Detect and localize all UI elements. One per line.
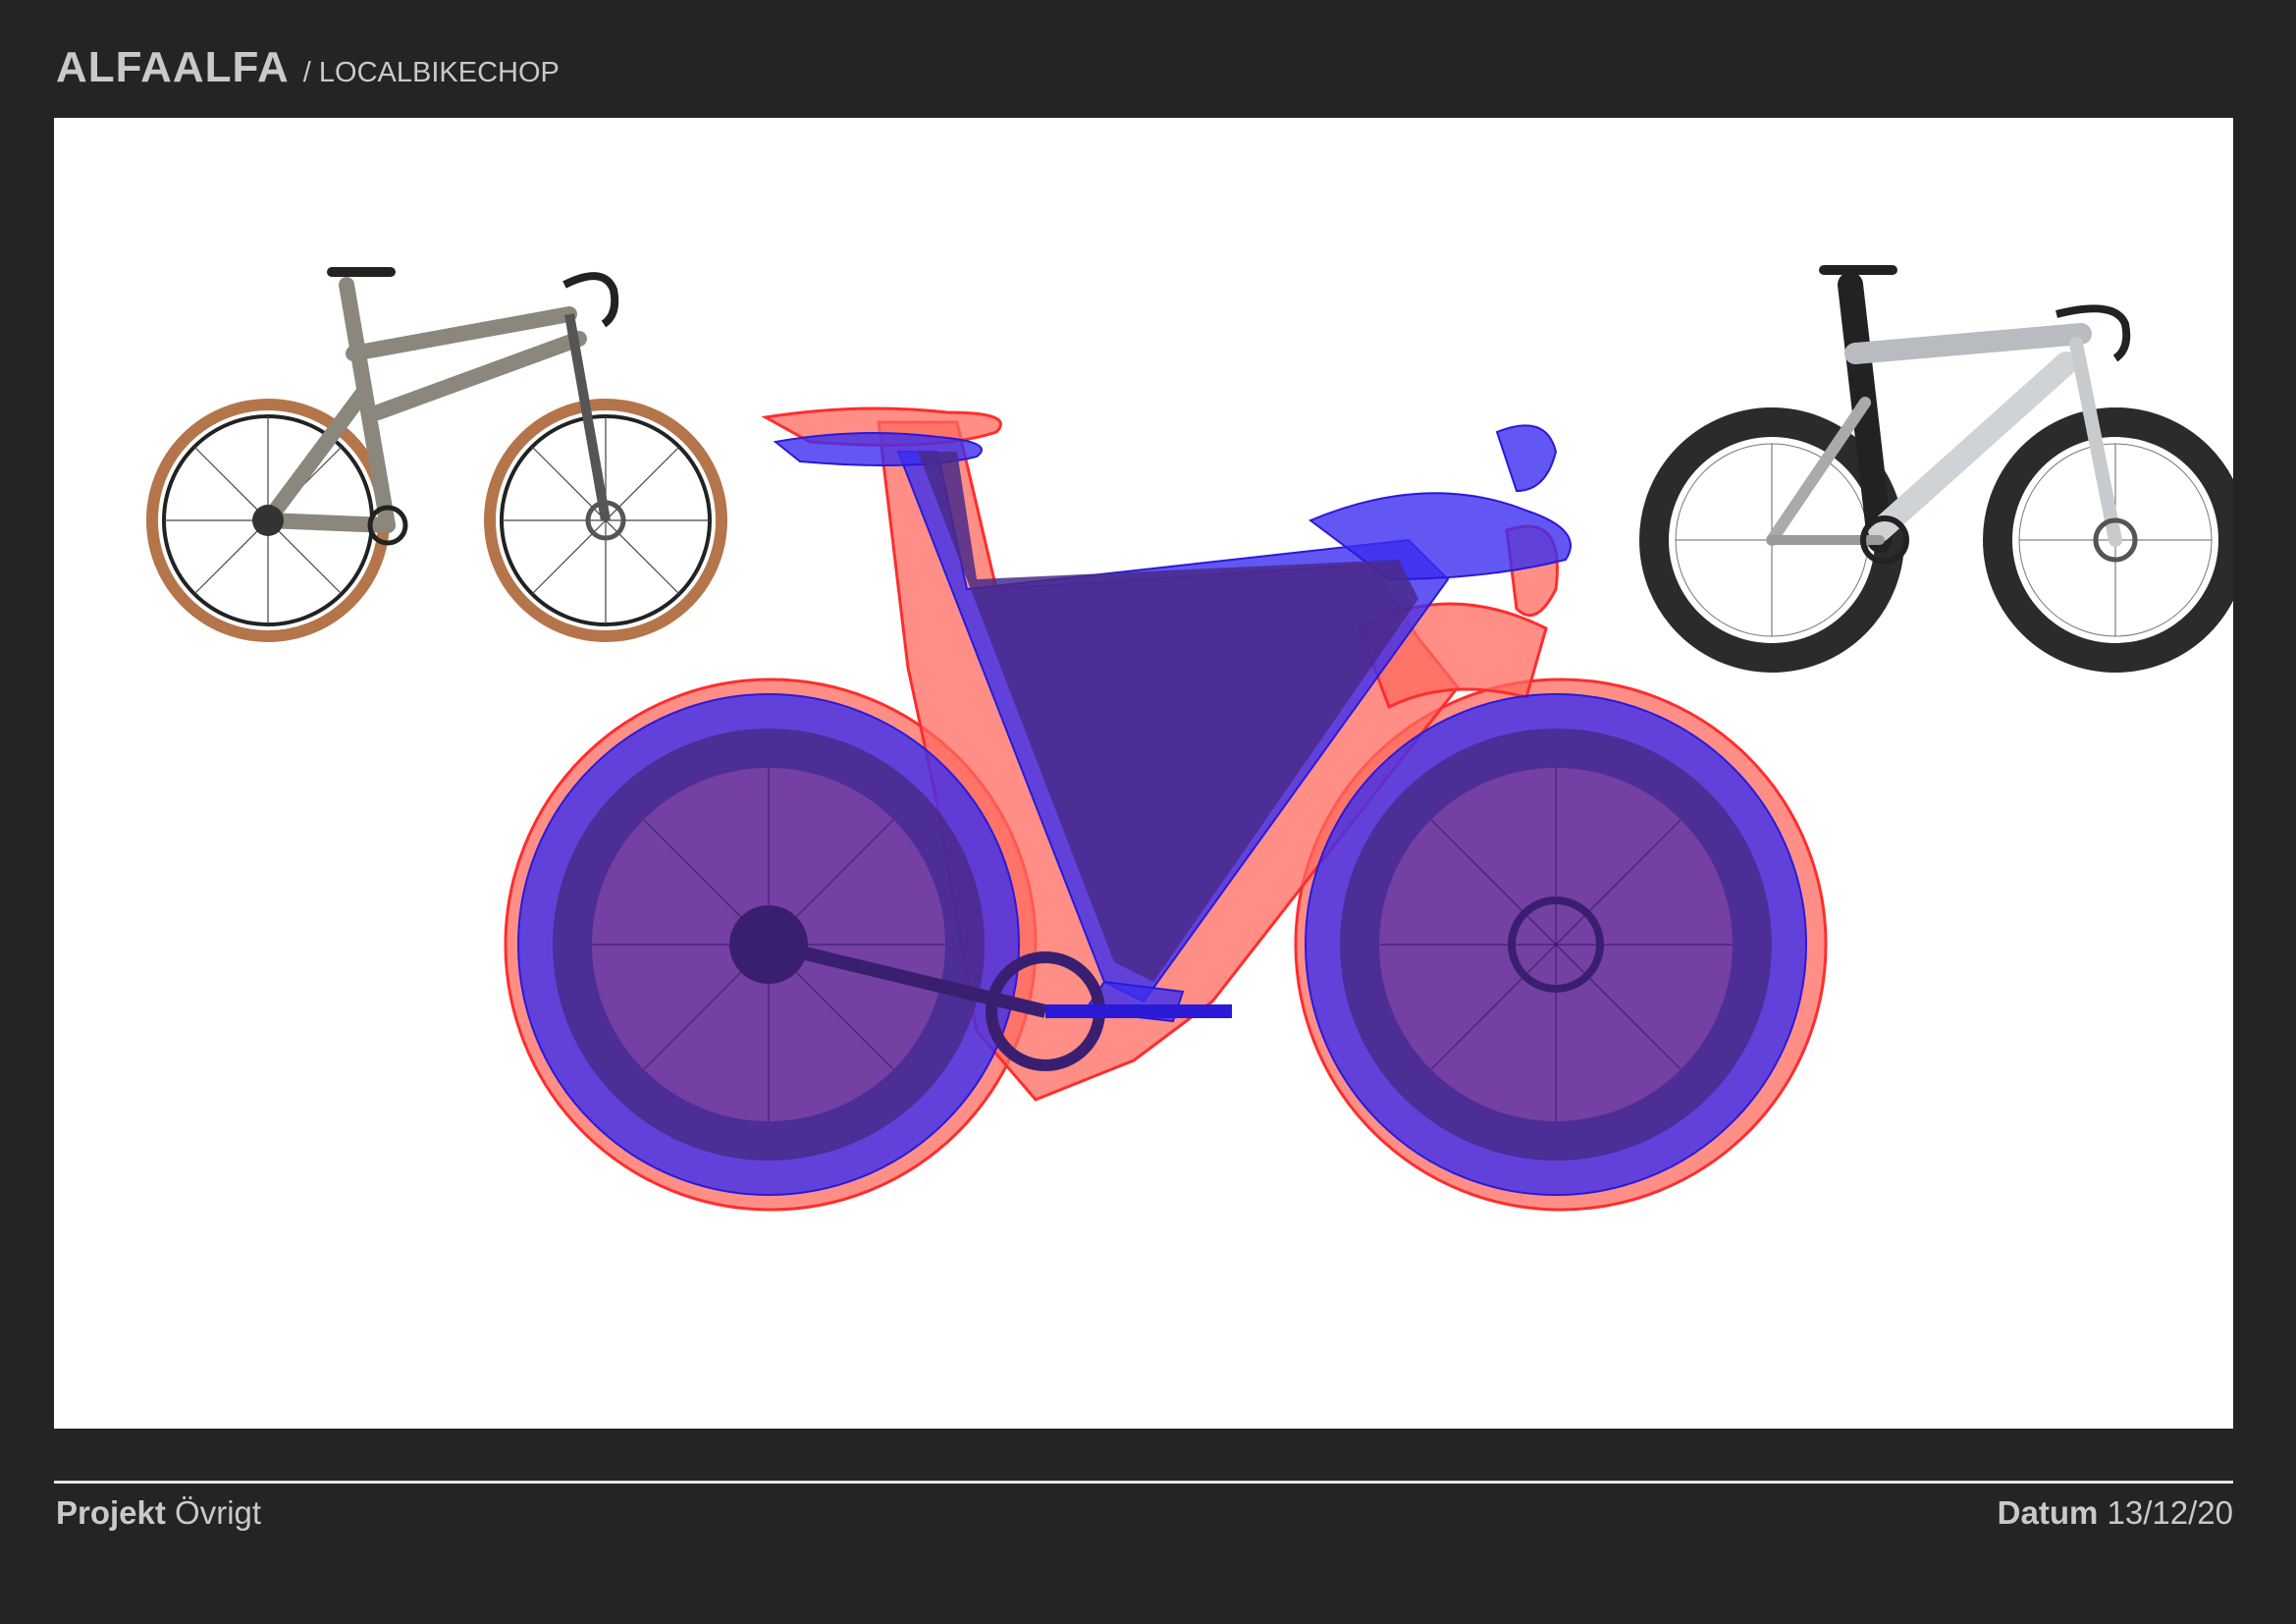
page-header: ALFAALFA / LOCALBIKECHOP [56, 43, 560, 92]
brand-subtitle: / LOCALBIKECHOP [302, 57, 560, 88]
overlay-comparison-image [504, 406, 1828, 1212]
date-value: 13/12/20 [2107, 1494, 2233, 1531]
project-label: Projekt [56, 1494, 166, 1531]
gravel-bike-image [146, 267, 727, 642]
brand-title: ALFAALFA [56, 43, 290, 91]
bikes-illustration [146, 265, 2233, 1212]
project-value: Övrigt [175, 1494, 262, 1531]
footer-divider [54, 1481, 2233, 1484]
presentation-canvas [54, 118, 2233, 1429]
footer-date: Datum 13/12/20 [1998, 1494, 2233, 1532]
footer-project: Projekt Övrigt [56, 1494, 261, 1532]
date-label: Datum [1997, 1494, 2099, 1531]
aero-bike-image [1639, 265, 2233, 673]
